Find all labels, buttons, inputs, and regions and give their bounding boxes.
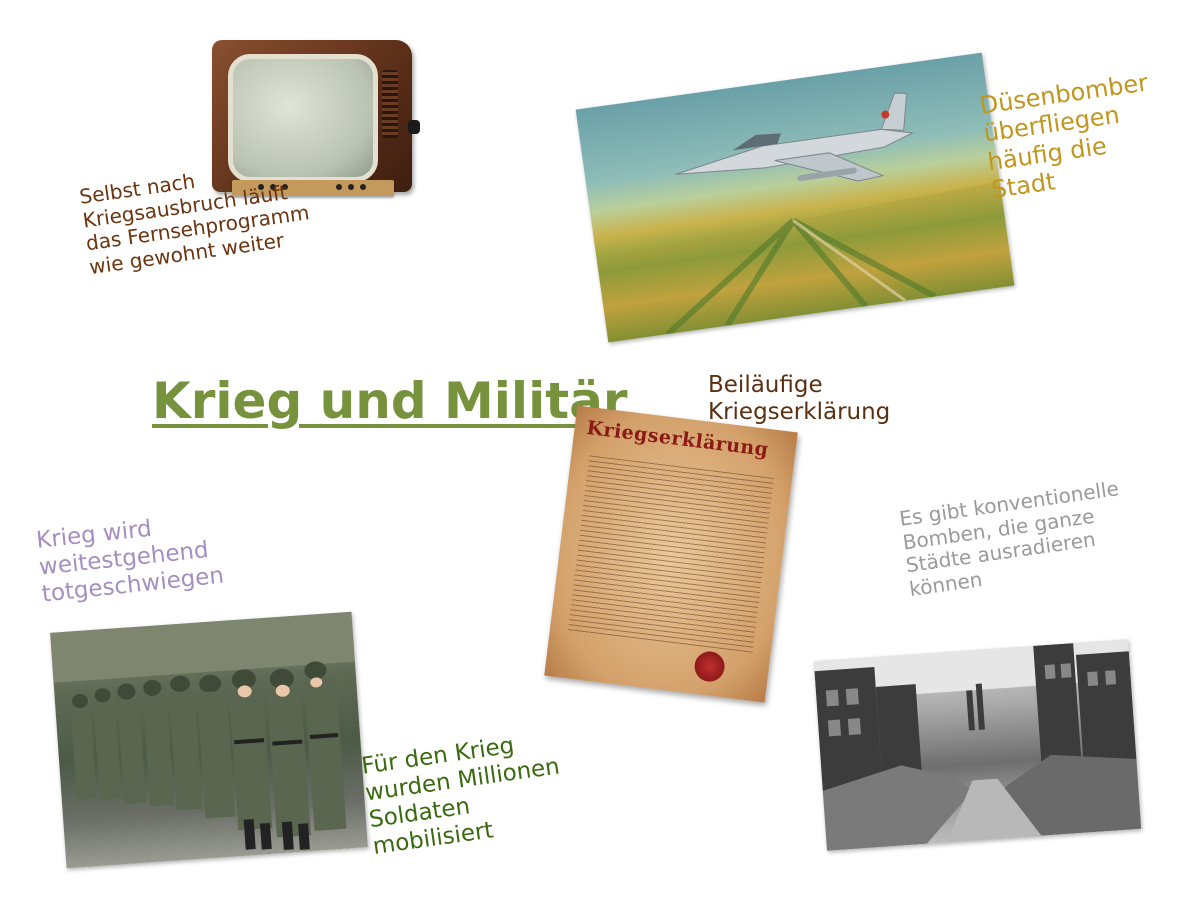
jet-bomber-painting: [575, 52, 1015, 343]
jet-note: Düsenbomber überfliegen häufig die Stadt: [978, 68, 1150, 204]
declaration-of-war-document: Kriegserklärung: [544, 405, 798, 703]
soldiers-note: Für den Krieg wurden Millionen Soldaten …: [360, 732, 562, 861]
marching-soldiers-photo: [50, 611, 368, 869]
wax-seal-icon: [692, 649, 727, 684]
tv-note: Selbst nach Kriegsausbruch läuft das Fer…: [77, 168, 311, 279]
silence-note: Krieg wird weitestgehend totgeschwiegen: [35, 515, 226, 608]
slide-title: Krieg und Militär: [152, 372, 628, 430]
document-text-lines: [567, 455, 775, 657]
declaration-note: Beiläufige Kriegserklärung: [708, 372, 891, 426]
bombs-note: Es gibt konventionelle Bomben, die ganze…: [897, 476, 1121, 601]
bombed-city-ruins-photo: [813, 639, 1142, 851]
